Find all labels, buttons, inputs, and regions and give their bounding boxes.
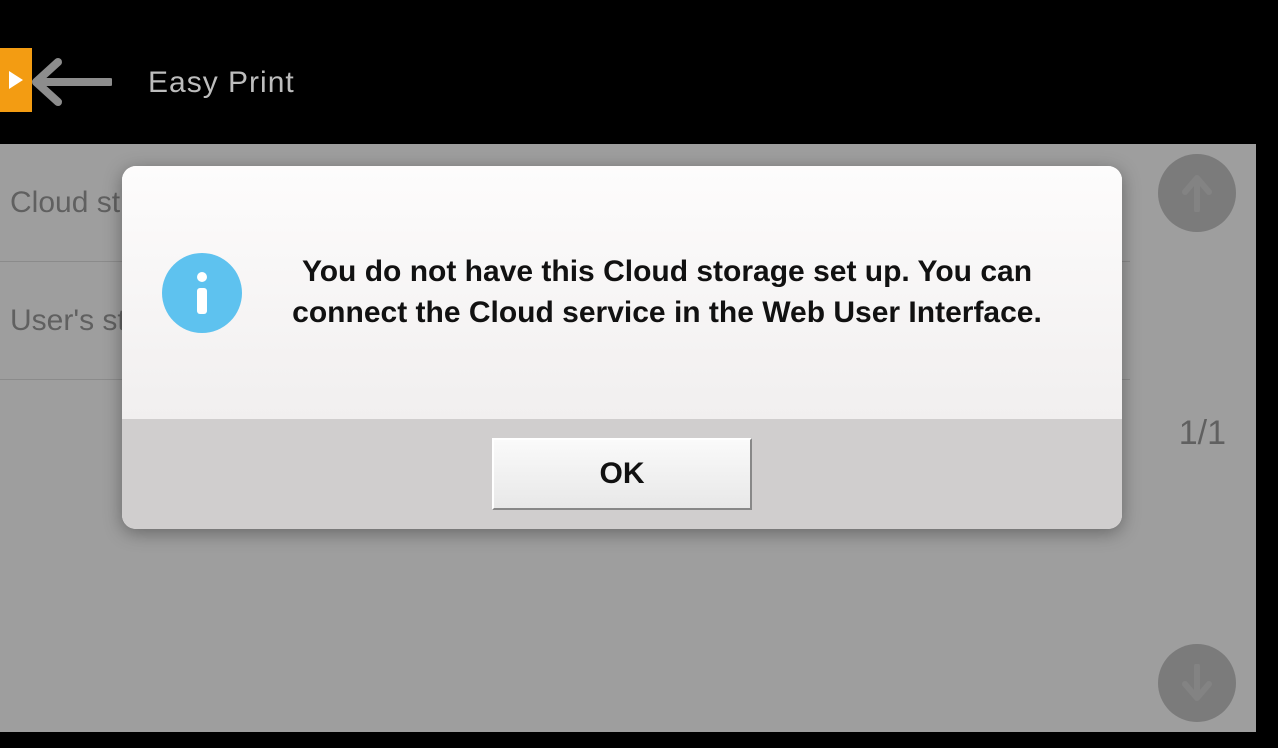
dialog-body: You do not have this Cloud storage set u…	[122, 166, 1122, 419]
ok-button[interactable]: OK	[492, 438, 752, 510]
dialog-footer: OK	[122, 419, 1122, 529]
screen: Easy Print Cloud st User's st 1/1	[0, 0, 1256, 732]
dialog-message: You do not have this Cloud storage set u…	[282, 252, 1082, 333]
page-title: Easy Print	[148, 66, 295, 100]
arrow-left-icon	[28, 56, 112, 108]
header-bar: Easy Print	[0, 0, 1256, 144]
info-dialog: You do not have this Cloud storage set u…	[122, 166, 1122, 529]
info-icon	[162, 253, 242, 333]
back-button[interactable]	[28, 56, 112, 108]
play-icon	[7, 69, 25, 91]
